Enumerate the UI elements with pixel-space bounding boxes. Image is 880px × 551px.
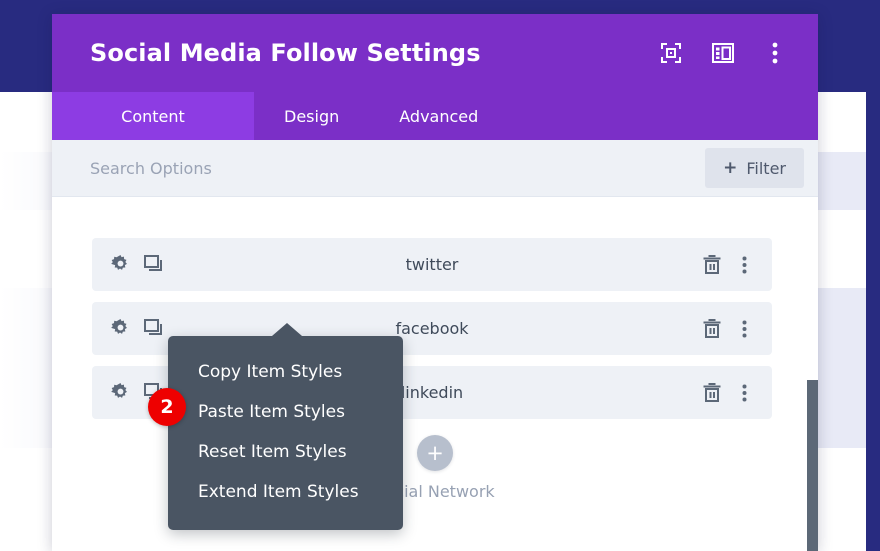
options-list: twitter	[52, 197, 818, 551]
row-right-actions	[702, 255, 754, 275]
context-menu-arrow	[272, 323, 302, 336]
more-vertical-icon[interactable]	[762, 40, 788, 66]
menu-item-paste-item-styles[interactable]: Paste Item Styles	[168, 392, 403, 432]
row-more-vertical-icon[interactable]	[734, 255, 754, 275]
scrollbar-track[interactable]	[807, 197, 818, 551]
screenshot-root: Social Media Follow Settings	[0, 0, 880, 551]
tab-bar: Content Design Advanced	[52, 92, 818, 140]
focus-target-icon[interactable]	[658, 40, 684, 66]
filter-button-label: Filter	[746, 159, 786, 178]
add-button[interactable]: +	[417, 435, 453, 471]
tab-advanced[interactable]: Advanced	[369, 92, 508, 140]
tab-content[interactable]: Content	[52, 92, 254, 140]
trash-icon[interactable]	[702, 255, 722, 275]
step-badge: 2	[148, 388, 186, 426]
menu-item-copy-item-styles[interactable]: Copy Item Styles	[168, 352, 403, 392]
duplicate-icon[interactable]	[144, 255, 164, 275]
header-actions	[658, 40, 788, 66]
page-backdrop-right	[866, 0, 880, 551]
scrollbar-thumb[interactable]	[807, 380, 818, 551]
row-more-vertical-icon[interactable]	[734, 383, 754, 403]
search-toolbar: + Filter	[52, 140, 818, 197]
row-right-actions	[702, 383, 754, 403]
modal-header: Social Media Follow Settings	[52, 14, 818, 92]
row-left-actions	[110, 255, 164, 275]
page-title: Social Media Follow Settings	[90, 39, 481, 67]
menu-item-reset-item-styles[interactable]: Reset Item Styles	[168, 432, 403, 472]
context-menu: Copy Item Styles Paste Item Styles Reset…	[168, 336, 403, 530]
plus-icon: +	[723, 160, 737, 177]
trash-icon[interactable]	[702, 319, 722, 339]
row-left-actions	[110, 319, 164, 339]
table-row[interactable]: twitter	[92, 238, 772, 291]
trash-icon[interactable]	[702, 383, 722, 403]
row-label: twitter	[92, 255, 772, 274]
gear-icon[interactable]	[110, 319, 130, 339]
row-more-vertical-icon[interactable]	[734, 319, 754, 339]
gear-icon[interactable]	[110, 255, 130, 275]
gear-icon[interactable]	[110, 383, 130, 403]
add-social-network: + Social Network	[52, 435, 818, 501]
settings-modal: Social Media Follow Settings	[52, 14, 818, 551]
tab-design[interactable]: Design	[254, 92, 369, 140]
row-right-actions	[702, 319, 754, 339]
layout-panel-icon[interactable]	[710, 40, 736, 66]
menu-item-extend-item-styles[interactable]: Extend Item Styles	[168, 472, 403, 512]
filter-button[interactable]: + Filter	[705, 148, 804, 188]
duplicate-icon[interactable]	[144, 319, 164, 339]
search-input[interactable]	[90, 159, 610, 178]
